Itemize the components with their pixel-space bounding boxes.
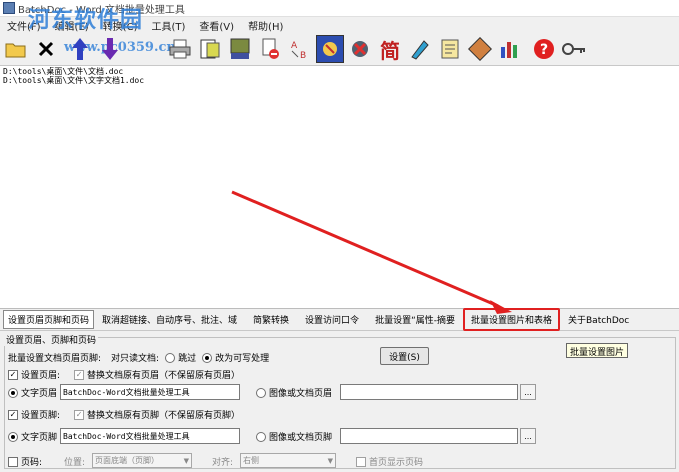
stop-icon[interactable]: [316, 35, 344, 63]
image-header-radio[interactable]: [256, 387, 266, 398]
image-footer-row: 图像或文档页脚: [256, 430, 332, 443]
text-footer-label: 文字页脚: [21, 433, 58, 443]
tab-properties-summary[interactable]: 批量设置“属性-摘要: [367, 313, 463, 326]
page-number-checkbox[interactable]: [8, 456, 18, 467]
tab-remove-links[interactable]: 取消超链接、自动序号、批注、域: [94, 313, 245, 326]
text-header-label: 文字页眉: [21, 389, 58, 399]
chart-icon[interactable]: [496, 35, 524, 63]
writable-label: 改为可写处理: [215, 354, 270, 364]
print-icon[interactable]: [166, 35, 194, 63]
svg-text:B: B: [300, 51, 306, 61]
skip-radio[interactable]: [165, 352, 176, 363]
batch-row: 批量设置文档页眉页脚: 对只读文档: 跳过 改为可写处理: [8, 351, 269, 364]
position-label: 位置:: [64, 458, 86, 468]
tab-about[interactable]: 关于BatchDoc: [560, 313, 637, 326]
image-header-input[interactable]: [340, 384, 518, 400]
position-select[interactable]: 页面底端（页脚） ▼: [92, 453, 192, 468]
edit-icon[interactable]: [406, 35, 434, 63]
tab-access-password[interactable]: 设置访问口令: [297, 313, 367, 326]
move-up-icon[interactable]: [66, 35, 94, 63]
text-footer-row: 文字页脚: [8, 430, 57, 443]
watermark-site: 河东软件园: [28, 7, 144, 33]
tab-simplified-traditional[interactable]: 简繁转换: [245, 313, 297, 326]
image-footer-browse-button[interactable]: ...: [520, 428, 536, 444]
header-replace-label: 替换文档原有页眉（不保留原有页眉）: [87, 371, 241, 381]
file-list[interactable]: D:\tools\桌面\文件\文档.doc D:\tools\桌面\文件\文字文…: [0, 66, 679, 309]
footer-check-row: ✓ 设置页脚: ✓ 替换文档原有页脚（不保留原有页脚）: [8, 408, 240, 421]
header-check-row: ✓ 设置页眉: ✓ 替换文档原有页眉（不保留原有页眉）: [8, 368, 240, 381]
page-number-label: 页码:: [21, 458, 43, 468]
image-footer-radio[interactable]: [256, 431, 266, 442]
skip-label: 跳过: [178, 354, 197, 364]
align-row: 对齐:: [212, 455, 233, 468]
first-page-row: 首页显示页码: [356, 455, 423, 468]
name-icon[interactable]: [226, 35, 254, 63]
simplified-char: 简: [380, 38, 400, 63]
image-header-label: 图像或文档页眉: [269, 389, 333, 399]
tab-images-tables[interactable]: 批量设置图片和表格: [462, 308, 560, 331]
remove-doc-icon[interactable]: [256, 35, 284, 63]
svg-text:?: ?: [540, 42, 548, 58]
kill-process-icon[interactable]: [346, 35, 374, 63]
footer-check-label: 设置页脚:: [21, 411, 61, 421]
page-number-row: 页码: 位置:: [8, 455, 85, 468]
footer-replace-label: 替换文档原有页脚（不保留原有页脚）: [87, 411, 241, 421]
chevron-down-icon: ▼: [327, 456, 333, 465]
chevron-down-icon: ▼: [183, 456, 189, 465]
tab-strip: 设置页眉页脚和页码 取消超链接、自动序号、批注、域 简繁转换 设置访问口令 批量…: [0, 308, 679, 331]
batch-label: 批量设置文档页眉页脚:: [8, 354, 102, 364]
readonly-label: 对只读文档:: [111, 354, 160, 364]
key-icon[interactable]: [560, 35, 588, 63]
header-checkbox[interactable]: ✓: [8, 369, 18, 380]
image-header-row: 图像或文档页眉: [256, 386, 332, 399]
align-label: 对齐:: [212, 458, 234, 468]
tab-header-footer[interactable]: 设置页眉页脚和页码: [3, 310, 95, 329]
text-header-radio[interactable]: [8, 387, 18, 398]
replace-icon[interactable]: [196, 35, 224, 63]
first-page-label: 首页显示页码: [369, 458, 424, 468]
notes-icon[interactable]: [436, 35, 464, 63]
simplified-icon[interactable]: 简: [376, 35, 404, 63]
header-replace-checkbox[interactable]: ✓: [74, 369, 85, 380]
text-header-row: 文字页眉: [8, 386, 57, 399]
menu-tools[interactable]: 工具(T): [144, 18, 192, 33]
position-value: 页面底端（页脚）: [95, 456, 159, 465]
text-footer-input[interactable]: BatchDoc-Word文档批量处理工具: [60, 428, 240, 444]
toolbar: AB 简 ?: [0, 33, 679, 66]
tooltip: 批量设置图片: [566, 343, 629, 358]
image-header-browse-button[interactable]: ...: [520, 384, 536, 400]
text-header-input[interactable]: BatchDoc-Word文档批量处理工具: [60, 384, 240, 400]
list-item[interactable]: D:\tools\桌面\文件\文档.doc: [3, 67, 676, 76]
set-button[interactable]: 设置(S): [380, 347, 429, 365]
group-title: 设置页眉、页脚和页码: [4, 333, 99, 346]
document-tool-icon[interactable]: [466, 35, 494, 63]
header-check-label: 设置页眉:: [21, 371, 61, 381]
list-item[interactable]: D:\tools\桌面\文件\文字文档1.doc: [3, 76, 676, 85]
first-page-checkbox[interactable]: [356, 456, 366, 467]
menu-view[interactable]: 查看(V): [192, 18, 241, 33]
align-select[interactable]: 右侧 ▼: [240, 453, 336, 468]
delete-icon[interactable]: [32, 35, 60, 63]
convert-text-icon[interactable]: AB: [286, 35, 314, 63]
footer-replace-checkbox[interactable]: ✓: [74, 409, 85, 420]
footer-checkbox[interactable]: ✓: [8, 409, 18, 420]
open-folder-icon[interactable]: [2, 35, 30, 63]
move-down-icon[interactable]: [96, 35, 124, 63]
writable-radio[interactable]: [202, 352, 213, 363]
image-footer-input[interactable]: [340, 428, 518, 444]
svg-text:A: A: [291, 41, 298, 51]
text-footer-radio[interactable]: [8, 431, 18, 442]
help-icon[interactable]: ?: [530, 35, 558, 63]
app-icon: [3, 2, 15, 14]
align-value: 右侧: [243, 456, 259, 465]
menu-help[interactable]: 帮助(H): [241, 18, 290, 33]
image-footer-label: 图像或文档页脚: [269, 433, 333, 443]
